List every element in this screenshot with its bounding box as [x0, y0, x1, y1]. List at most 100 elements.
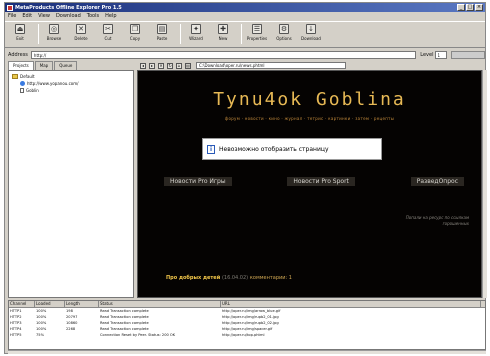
tree-item-label: Goblin [26, 88, 39, 93]
wizard-icon: ✦ [191, 24, 201, 34]
go-button[interactable] [451, 50, 485, 59]
tree-item-goblin[interactable]: Goblin [12, 88, 130, 93]
site-menu-strip: Новости Pro Игры Новости Pro Sport Разве… [164, 176, 464, 186]
cell-length [65, 332, 99, 338]
viewer-path-input[interactable]: C:\Download\oper.ru\news.phtml [196, 62, 346, 69]
tree-item-default[interactable]: Default [12, 74, 130, 79]
article-date: (16.04.02) [221, 275, 249, 281]
cut-button[interactable]: ✂ Cut [96, 24, 120, 41]
error-box: i Невозможно отобразить страницу [202, 138, 382, 160]
exit-label: Exit [16, 36, 24, 41]
panel-tabs: Projects Map Queue [8, 61, 78, 70]
new-button[interactable]: ✚ New [211, 24, 235, 41]
options-button[interactable]: ⚙ Options [272, 24, 296, 41]
browse-icon: ◎ [49, 24, 59, 34]
home-icon[interactable]: ⌂ [176, 62, 182, 69]
properties-icon: ☰ [252, 24, 262, 34]
folder-icon [12, 74, 18, 79]
close-button[interactable]: × [475, 4, 483, 11]
minimize-button[interactable]: _ [457, 4, 465, 11]
article-title[interactable]: Про добрых детей [166, 275, 220, 281]
cut-icon: ✂ [103, 24, 113, 34]
paste-icon: ▤ [157, 24, 167, 34]
viewer-toolbar: ◂ ▸ ✕ ↻ ⌂ ▤ C:\Download\oper.ru\news.pht… [137, 61, 487, 70]
cell-loaded: 75% [36, 333, 44, 337]
browse-label: Browse [46, 36, 62, 41]
article-footer: Про добрых детей (16.04.02) комментарии:… [166, 275, 292, 281]
toolbar-separator [38, 24, 39, 44]
paste-button[interactable]: ▤ Paste [150, 24, 174, 41]
paste-label: Paste [156, 36, 168, 41]
refresh-icon[interactable]: ↻ [167, 62, 173, 69]
menu-tools[interactable]: Tools [87, 13, 99, 19]
level-input[interactable]: 1 [435, 50, 448, 59]
site-menu-poll[interactable]: РазведОпрос [410, 176, 464, 186]
download-button[interactable]: ↓ Download [299, 24, 323, 41]
delete-button[interactable]: ✕ Delete [69, 24, 93, 41]
new-icon: ✚ [218, 24, 228, 34]
wizard-button[interactable]: ✦ Wizard [184, 24, 208, 41]
project-tree: Default http://www.yopanou.com/ Goblin [8, 70, 134, 298]
level-label: Level [420, 51, 434, 58]
site-title: Tynu4ok Goblina [213, 89, 406, 110]
page-viewer: Tynu4ok Goblina форум · новости · кино ·… [137, 70, 482, 298]
properties-button[interactable]: ☰ Properties [245, 24, 269, 41]
globe-icon [20, 81, 25, 86]
exit-button[interactable]: ⏏ Exit [8, 24, 32, 41]
tab-queue[interactable]: Queue [54, 61, 78, 70]
delete-icon: ✕ [76, 24, 86, 34]
error-text: Невозможно отобразить страницу [219, 145, 329, 153]
site-menu-games[interactable]: Новости Pro Игры [164, 176, 232, 186]
menu-bar: File Edit View Download Tools Help [5, 12, 485, 20]
tree-item-site[interactable]: http://www.yopanou.com/ [12, 81, 130, 86]
address-label: Address [8, 51, 28, 58]
menu-edit[interactable]: Edit [22, 13, 32, 19]
wizard-label: Wizard [189, 36, 203, 41]
menu-file[interactable]: File [8, 13, 16, 19]
col-length[interactable]: Length [65, 301, 99, 307]
site-menu-sport[interactable]: Новости Pro Sport [287, 176, 355, 186]
download-label: Download [301, 36, 321, 41]
options-icon: ⚙ [279, 24, 289, 34]
copy-icon: ❐ [130, 24, 140, 34]
cut-label: Cut [104, 36, 112, 41]
copy-button[interactable]: ❐ Copy [123, 24, 147, 41]
col-channel[interactable]: Channel [9, 301, 35, 307]
forward-icon[interactable]: ▸ [149, 62, 155, 69]
document-icon [20, 88, 24, 93]
address-input[interactable]: http:// [30, 50, 417, 59]
address-bar: Address http:// Level 1 [5, 49, 485, 60]
menu-help[interactable]: Help [105, 13, 116, 19]
copy-label: Copy [129, 36, 141, 41]
col-url[interactable]: URL [221, 301, 481, 307]
viewer-scrollbar[interactable] [482, 70, 487, 298]
toolbar-separator [241, 24, 242, 44]
properties-label: Properties [246, 36, 268, 41]
menu-view[interactable]: View [38, 13, 50, 19]
tab-map[interactable]: Map [34, 61, 54, 70]
log-header: Channel Loaded Length Status URL [9, 301, 485, 308]
log-scrollbar[interactable] [8, 350, 486, 354]
print-icon[interactable]: ▤ [185, 62, 191, 69]
col-loaded[interactable]: Loaded [35, 301, 65, 307]
download-log: Channel Loaded Length Status URL HTTP1 1… [8, 300, 486, 350]
tab-projects[interactable]: Projects [8, 61, 34, 70]
tree-item-label: http://www.yopanou.com/ [27, 81, 79, 86]
article-comments[interactable]: комментарии: 1 [250, 275, 292, 281]
window-controls: _ □ × [457, 4, 483, 11]
col-status[interactable]: Status [99, 301, 221, 307]
side-note: Попали на ресурс по ссылкам горошенных [405, 215, 469, 226]
tree-item-label: Default [20, 74, 35, 79]
back-icon[interactable]: ◂ [140, 62, 146, 69]
new-label: New [218, 36, 228, 41]
options-label: Options [276, 36, 292, 41]
toolbar: ⏏ Exit ◎ Browse ✕ Delete ✂ Cut ❐ Copy ▤ Paste … [5, 21, 485, 48]
browse-button[interactable]: ◎ Browse [42, 24, 66, 41]
table-row[interactable]: HTTP5 75% Connection Reset by Peer. Stat… [9, 332, 485, 338]
download-icon: ↓ [306, 24, 316, 34]
maximize-button[interactable]: □ [466, 4, 474, 11]
delete-label: Delete [74, 36, 88, 41]
stop-icon[interactable]: ✕ [158, 62, 164, 69]
site-nav[interactable]: форум · новости · кино · журнал · тетрис… [138, 116, 481, 121]
menu-download[interactable]: Download [56, 13, 81, 19]
